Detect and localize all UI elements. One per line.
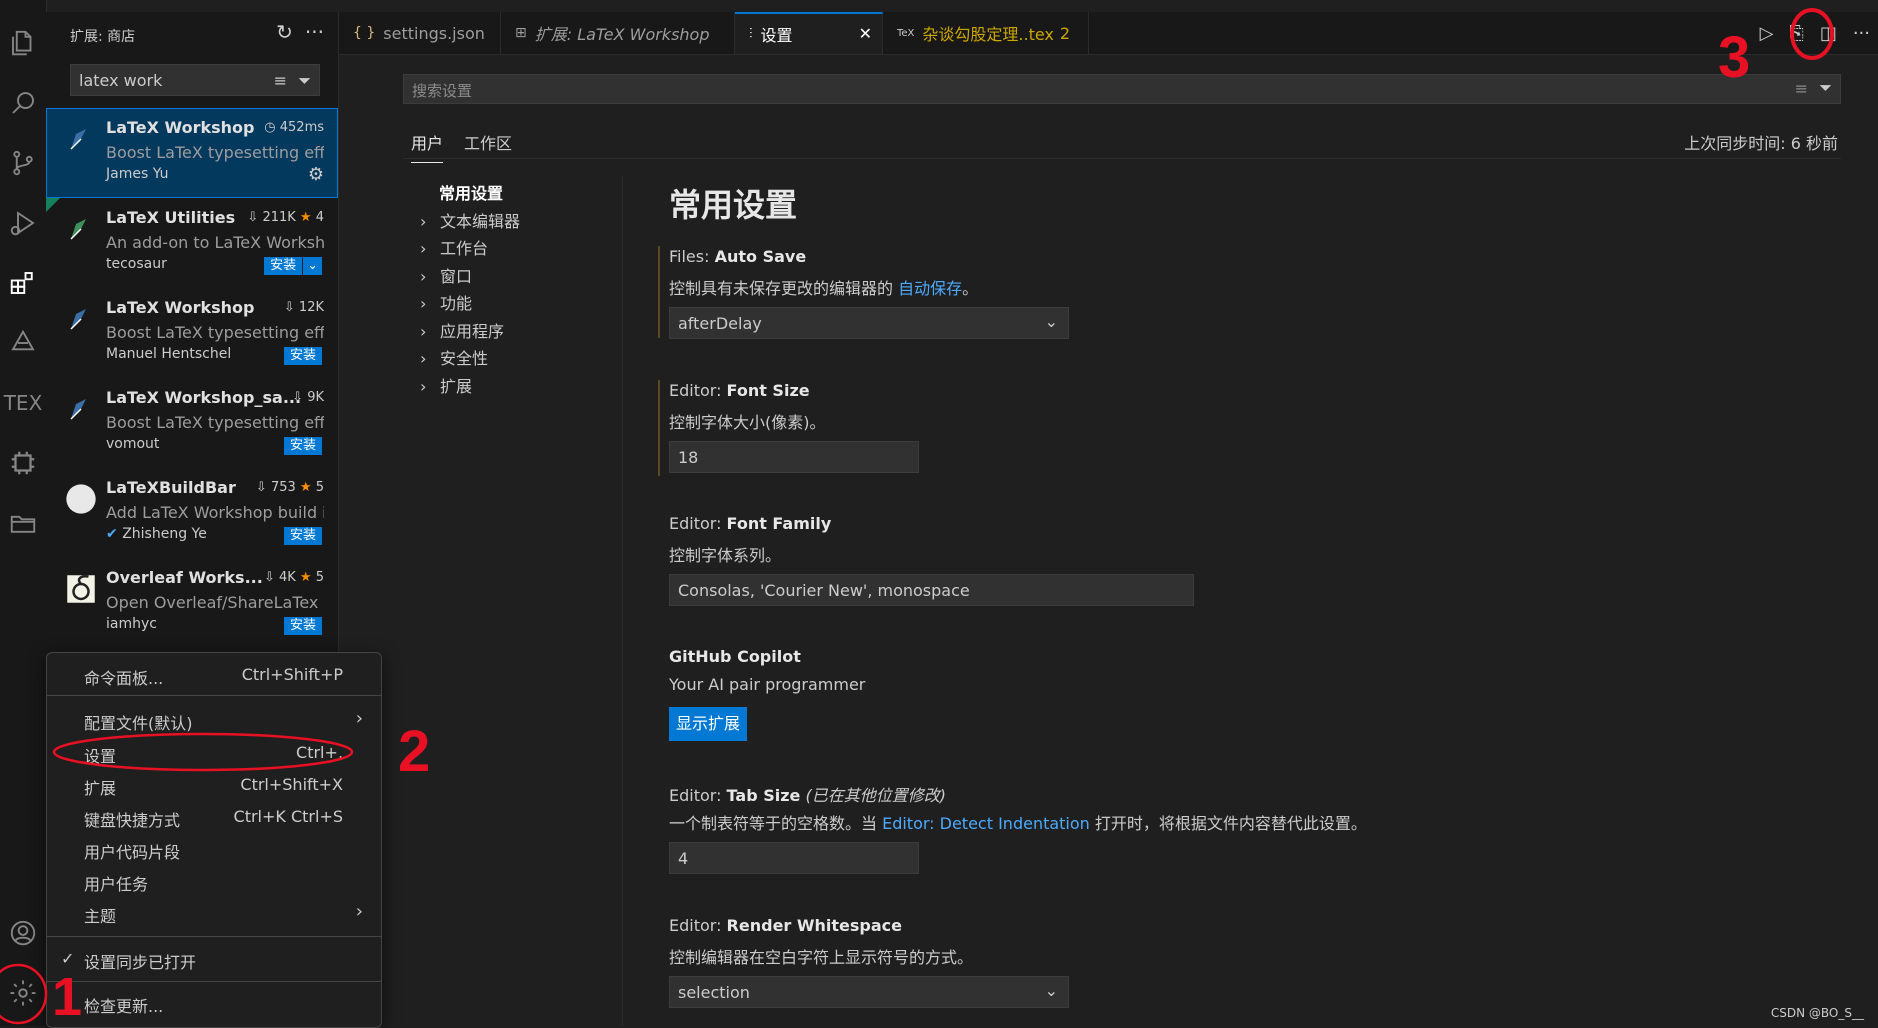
watermark: CSDN @BO_S__: [1770, 1006, 1864, 1020]
annotation-number-2: 2: [398, 719, 431, 784]
annotation-ring-settings: [52, 732, 354, 772]
annotation-ring-gear: [0, 963, 48, 1025]
annotation-overlay: [0, 8, 1834, 1025]
annotation-ring-open-json: [1790, 8, 1834, 60]
annotation-number-3: 3: [1718, 25, 1751, 90]
annotation-number-1: 1: [52, 967, 83, 1027]
